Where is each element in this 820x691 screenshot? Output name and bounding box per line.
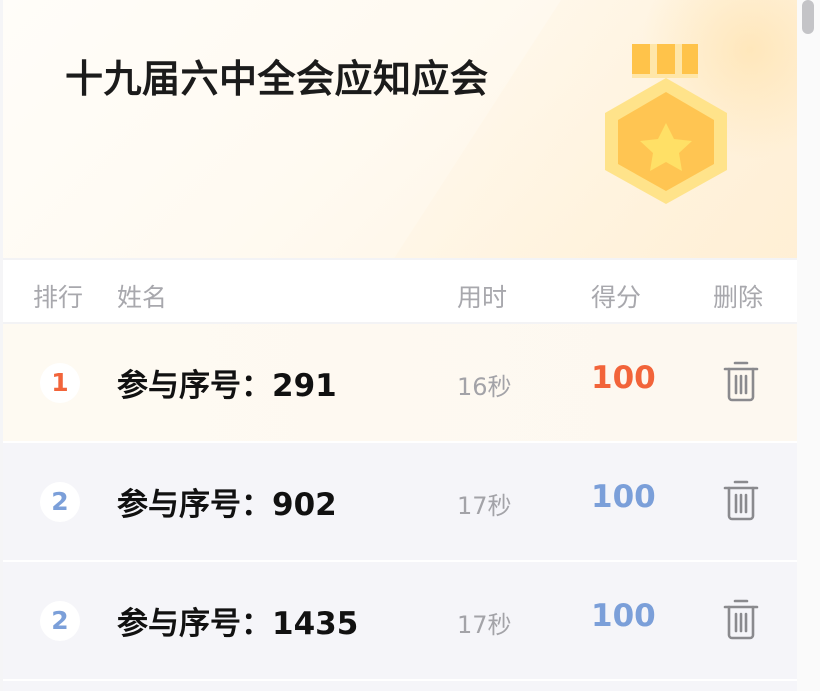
page-title: 十九届六中全会应知应会 (65, 57, 489, 101)
participant-name: 参与序号：1435 (117, 606, 359, 642)
time-used: 16秒 (457, 373, 512, 401)
table-row: 1 参与序号：291 16秒 100 (3, 324, 797, 441)
participant-name: 参与序号：291 (117, 368, 337, 404)
scrollbar-thumb[interactable] (802, 0, 814, 34)
leaderboard-page: 十九届六中全会应知应会 排行 姓名 用时 得分 删除 1 参与序号：291 16… (0, 0, 820, 691)
column-header-score: 得分 (591, 283, 642, 312)
participant-name: 参与序号：902 (117, 487, 337, 523)
rank-badge: 2 (40, 601, 80, 641)
medal-star-icon (605, 44, 727, 204)
column-header-name: 姓名 (117, 283, 168, 312)
column-header-rank: 排行 (33, 283, 84, 312)
time-used: 17秒 (457, 611, 512, 639)
trash-icon[interactable] (721, 595, 761, 641)
score-value: 100 (591, 479, 656, 515)
table-row: 2 参与序号：1435 17秒 100 (3, 562, 797, 679)
header-divider (3, 258, 797, 260)
trash-icon[interactable] (721, 476, 761, 522)
vertical-scrollbar[interactable] (797, 0, 820, 691)
table-row (3, 681, 797, 691)
rank-badge: 1 (40, 363, 80, 403)
trash-icon[interactable] (721, 357, 761, 403)
time-used: 17秒 (457, 492, 512, 520)
rank-badge: 2 (40, 482, 80, 522)
table-row: 2 参与序号：902 17秒 100 (3, 443, 797, 560)
leaderboard-panel: 十九届六中全会应知应会 排行 姓名 用时 得分 删除 1 参与序号：291 16… (0, 0, 797, 691)
score-value: 100 (591, 598, 656, 634)
header-banner: 十九届六中全会应知应会 (3, 0, 797, 258)
column-header-time: 用时 (457, 283, 508, 312)
score-value: 100 (591, 360, 656, 396)
column-header-delete: 删除 (713, 283, 764, 312)
